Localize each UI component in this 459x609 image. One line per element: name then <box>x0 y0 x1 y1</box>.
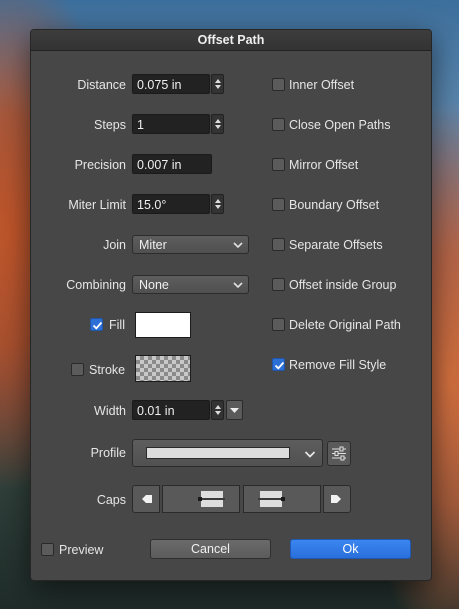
steps-stepper[interactable] <box>211 114 224 134</box>
line-cap-left-icon <box>198 491 225 507</box>
mirror-offset-label: Mirror Offset <box>289 158 359 172</box>
width-unit-dropdown[interactable] <box>226 400 243 420</box>
offset-inside-group-label: Offset inside Group <box>289 278 397 292</box>
offset-path-dialog: Offset Path Distance 0.075 in Steps 1 Pr… <box>30 29 432 581</box>
join-value: Miter <box>139 238 167 252</box>
remove-fill-style-checkbox[interactable] <box>272 358 285 371</box>
arrow-end-cap-icon <box>331 495 341 503</box>
preview-label: Preview <box>59 543 104 557</box>
separate-offsets-checkbox[interactable] <box>272 238 285 251</box>
stroke-color-swatch[interactable] <box>135 355 191 382</box>
combining-label: Combining <box>66 278 126 292</box>
mirror-offset-checkbox[interactable] <box>272 158 285 171</box>
close-open-paths-label: Close Open Paths <box>289 118 391 132</box>
fill-label: Fill <box>109 318 125 332</box>
miter-limit-input[interactable]: 15.0° <box>132 194 210 214</box>
boundary-offset-label: Boundary Offset <box>289 198 380 212</box>
profile-preview <box>146 447 290 459</box>
stroke-label: Stroke <box>89 363 126 377</box>
distance-label: Distance <box>77 78 126 92</box>
remove-fill-style-label: Remove Fill Style <box>289 358 387 372</box>
distance-stepper[interactable] <box>211 74 224 94</box>
profile-settings-button[interactable] <box>327 441 351 466</box>
combining-select[interactable]: None <box>132 275 249 294</box>
profile-label: Profile <box>90 446 126 460</box>
chevron-down-icon <box>233 242 243 249</box>
arrow-start-cap-icon <box>142 495 152 503</box>
miter-limit-stepper[interactable] <box>211 194 224 214</box>
offset-inside-group-checkbox[interactable] <box>272 278 285 291</box>
inner-offset-label: Inner Offset <box>289 78 355 92</box>
width-stepper[interactable] <box>211 400 224 420</box>
fill-color-swatch[interactable] <box>135 312 191 338</box>
sliders-icon <box>332 446 346 461</box>
width-input[interactable]: 0.01 in <box>132 400 210 420</box>
chevron-down-icon <box>304 451 316 458</box>
checkmark-icon <box>92 321 103 330</box>
cap-end-style-button[interactable] <box>243 485 321 513</box>
cap-end-button[interactable] <box>323 485 351 513</box>
precision-label: Precision <box>74 158 126 172</box>
checkmark-icon <box>274 361 285 370</box>
chevron-down-icon <box>233 282 243 289</box>
close-open-paths-checkbox[interactable] <box>272 118 285 131</box>
combining-value: None <box>139 278 169 292</box>
cancel-button[interactable]: Cancel <box>150 539 271 559</box>
inner-offset-checkbox[interactable] <box>272 78 285 91</box>
cap-start-style-button[interactable] <box>162 485 240 513</box>
preview-checkbox[interactable] <box>41 543 54 556</box>
profile-select[interactable] <box>132 439 323 467</box>
ok-button[interactable]: Ok <box>290 539 411 559</box>
boundary-offset-checkbox[interactable] <box>272 198 285 211</box>
join-select[interactable]: Miter <box>132 235 249 254</box>
distance-input[interactable]: 0.075 in <box>132 74 210 94</box>
line-cap-right-icon <box>258 491 285 507</box>
join-label: Join <box>103 238 126 252</box>
steps-label: Steps <box>94 118 126 132</box>
separate-offsets-label: Separate Offsets <box>289 238 383 252</box>
width-label: Width <box>94 404 126 418</box>
stroke-checkbox[interactable] <box>71 363 84 376</box>
miter-limit-label: Miter Limit <box>68 198 126 212</box>
delete-original-path-checkbox[interactable] <box>272 318 285 331</box>
cap-start-button[interactable] <box>132 485 160 513</box>
delete-original-path-label: Delete Original Path <box>289 318 401 332</box>
triangle-down-icon <box>230 408 239 413</box>
steps-input[interactable]: 1 <box>132 114 210 134</box>
caps-label: Caps <box>96 493 126 507</box>
fill-checkbox[interactable] <box>90 318 103 331</box>
precision-input[interactable]: 0.007 in <box>132 154 212 174</box>
dialog-title: Offset Path <box>31 30 431 51</box>
